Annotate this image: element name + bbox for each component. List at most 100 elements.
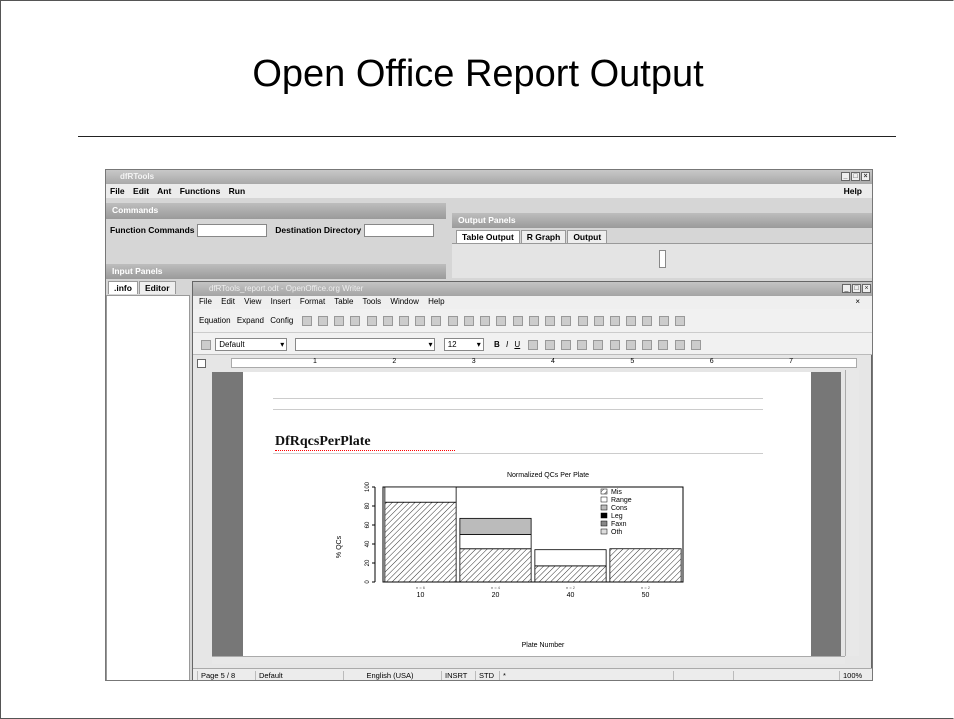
maximize-icon[interactable]: □ bbox=[851, 172, 860, 181]
destination-directory-field[interactable] bbox=[363, 224, 434, 237]
navigator-icon[interactable] bbox=[626, 316, 637, 326]
horizontal-scrollbar[interactable] bbox=[212, 656, 845, 664]
close-icon[interactable]: × bbox=[862, 284, 871, 293]
find-replace-icon[interactable] bbox=[610, 316, 621, 326]
expand-button[interactable]: Expand bbox=[237, 316, 264, 325]
minimize-icon[interactable]: _ bbox=[841, 172, 850, 181]
writer-menu-tools[interactable]: Tools bbox=[362, 297, 381, 306]
underline-button[interactable]: U bbox=[514, 340, 520, 349]
writer-menu-table[interactable]: Table bbox=[334, 297, 353, 306]
table-icon[interactable] bbox=[577, 316, 588, 326]
draw-functions-icon[interactable] bbox=[593, 316, 604, 326]
align-right-icon[interactable] bbox=[560, 339, 571, 350]
paragraph-style-value: Default bbox=[219, 340, 245, 349]
cut-icon[interactable] bbox=[463, 316, 474, 326]
status-page-style: Default bbox=[255, 671, 283, 680]
save-icon[interactable] bbox=[334, 316, 345, 326]
status-insert-mode[interactable]: INSRT bbox=[441, 671, 467, 680]
paste-icon[interactable] bbox=[496, 316, 507, 326]
font-size-select[interactable]: 12 ▾ bbox=[443, 338, 484, 351]
align-left-icon[interactable] bbox=[528, 339, 539, 350]
function-commands-field[interactable] bbox=[196, 224, 267, 237]
highlighting-icon[interactable] bbox=[674, 339, 685, 350]
status-selection-mode[interactable]: STD bbox=[475, 671, 494, 680]
close-icon[interactable]: × bbox=[861, 172, 870, 181]
clone-formatting-icon[interactable] bbox=[512, 316, 523, 326]
writer-menu-window[interactable]: Window bbox=[390, 297, 418, 306]
styles-icon[interactable] bbox=[201, 339, 211, 350]
copy-icon[interactable] bbox=[480, 316, 491, 326]
page-preview-icon[interactable] bbox=[415, 316, 426, 326]
output-tabs: Table Output R Graph Output bbox=[452, 230, 872, 244]
decrease-indent-icon[interactable] bbox=[625, 339, 636, 350]
align-center-icon[interactable] bbox=[544, 339, 555, 350]
bold-button[interactable]: B bbox=[494, 340, 500, 349]
font-name-select[interactable]: ▾ bbox=[295, 338, 436, 351]
output-scrollbar[interactable] bbox=[659, 250, 666, 268]
new-document-icon[interactable] bbox=[301, 316, 312, 326]
menu-run[interactable]: Run bbox=[229, 186, 246, 196]
close-document-icon[interactable]: × bbox=[855, 297, 860, 306]
tab-editor[interactable]: Editor bbox=[138, 281, 176, 294]
paragraph-style-select[interactable]: Default ▾ bbox=[215, 338, 288, 351]
writer-menu-edit[interactable]: Edit bbox=[221, 297, 235, 306]
status-page: Page 5 / 8 bbox=[197, 671, 235, 680]
title-divider bbox=[78, 136, 896, 137]
background-color-icon[interactable] bbox=[690, 339, 701, 350]
zoom-slider[interactable] bbox=[733, 671, 833, 680]
tab-table-output[interactable]: Table Output bbox=[456, 230, 520, 243]
font-size-value: 12 bbox=[447, 340, 457, 349]
vertical-scrollbar[interactable] bbox=[845, 370, 859, 656]
spellcheck-icon[interactable] bbox=[431, 316, 442, 326]
tab-r-graph[interactable]: R Graph bbox=[520, 230, 567, 243]
increase-indent-icon[interactable] bbox=[642, 339, 653, 350]
writer-menu-file[interactable]: File bbox=[199, 297, 212, 306]
gallery-icon[interactable] bbox=[642, 316, 653, 326]
nonprinting-characters-icon[interactable] bbox=[674, 316, 685, 326]
edit-file-icon[interactable] bbox=[366, 316, 377, 326]
writer-menu-insert[interactable]: Insert bbox=[271, 297, 291, 306]
autospellcheck-icon[interactable] bbox=[447, 316, 458, 326]
minimize-icon[interactable]: _ bbox=[842, 284, 851, 293]
menu-help[interactable]: Help bbox=[844, 186, 862, 196]
open-icon[interactable] bbox=[317, 316, 328, 326]
view-layout-icons[interactable] bbox=[673, 671, 728, 680]
export-pdf-icon[interactable] bbox=[382, 316, 393, 326]
bar-segment-range bbox=[384, 486, 457, 503]
ruler-number: 1 bbox=[313, 358, 317, 365]
undo-icon[interactable] bbox=[528, 316, 539, 326]
writer-menu-help[interactable]: Help bbox=[428, 297, 444, 306]
header-line bbox=[273, 409, 763, 410]
menu-file[interactable]: File bbox=[110, 186, 125, 196]
destination-directory-label: Destination Directory bbox=[275, 224, 362, 235]
chevron-down-icon: ▾ bbox=[428, 340, 433, 349]
numbering-icon[interactable] bbox=[593, 339, 604, 350]
x-tick-label: 40 bbox=[567, 592, 575, 599]
writer-menubar: File Edit View Insert Format Table Tools… bbox=[193, 296, 872, 309]
legend-entry: Leg bbox=[611, 513, 623, 520]
italic-button[interactable]: I bbox=[506, 340, 508, 349]
maximize-icon[interactable]: □ bbox=[852, 284, 861, 293]
tab-info[interactable]: .info bbox=[108, 281, 138, 294]
email-icon[interactable] bbox=[350, 316, 361, 326]
writer-menu-view[interactable]: View bbox=[244, 297, 261, 306]
y-tick-label: 0 bbox=[365, 580, 371, 584]
hyperlink-icon[interactable] bbox=[561, 316, 572, 326]
x-tick-label: 20 bbox=[492, 592, 500, 599]
tab-output[interactable]: Output bbox=[567, 230, 608, 243]
config-button[interactable]: Config bbox=[270, 316, 293, 325]
tab-stop-selector[interactable] bbox=[197, 359, 206, 368]
menu-functions[interactable]: Functions bbox=[180, 186, 221, 196]
status-zoom[interactable]: 100% bbox=[839, 671, 862, 680]
data-sources-icon[interactable] bbox=[658, 316, 669, 326]
bullets-icon[interactable] bbox=[609, 339, 620, 350]
writer-menu-format[interactable]: Format bbox=[300, 297, 325, 306]
print-icon[interactable] bbox=[398, 316, 409, 326]
font-color-icon[interactable] bbox=[658, 339, 669, 350]
app-screenshot: dfRTools _ □ × File Edit Ant Functions Run… bbox=[105, 169, 873, 681]
menu-ant[interactable]: Ant bbox=[157, 186, 171, 196]
menu-edit[interactable]: Edit bbox=[133, 186, 149, 196]
equation-button[interactable]: Equation bbox=[199, 316, 231, 325]
justify-icon[interactable] bbox=[577, 339, 588, 350]
redo-icon[interactable] bbox=[545, 316, 556, 326]
